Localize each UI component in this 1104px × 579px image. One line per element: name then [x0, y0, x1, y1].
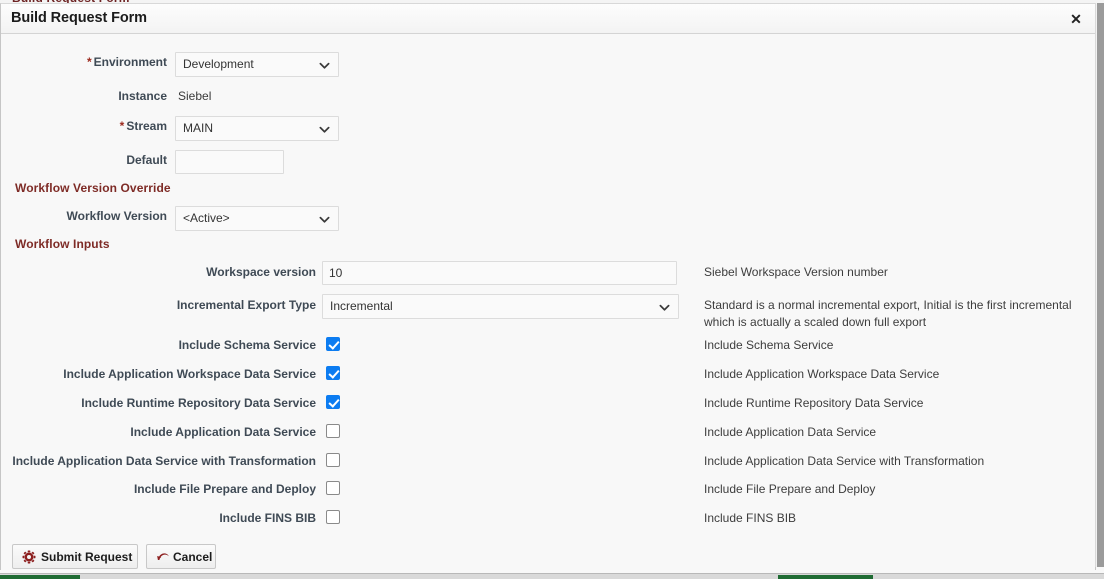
chevron-down-icon — [659, 302, 670, 313]
form-row-include-file-prepare-and-deploy: Include File Prepare and Deploy Include … — [1, 480, 1095, 509]
incremental-export-type-value: Incremental — [330, 299, 393, 313]
form-row-instance: Instance Siebel — [1, 83, 1095, 112]
incremental-export-type-select[interactable]: Incremental — [322, 294, 679, 319]
include-application-workspace-data-service-label: Include Application Workspace Data Servi… — [63, 367, 316, 381]
dialog-body: * Environment Development Instance Siebel… — [1, 34, 1095, 570]
form-row-include-fins-bib: Include FINS BIB Include FINS BIB — [1, 509, 1095, 538]
instance-value: Siebel — [178, 89, 212, 103]
workflow-version-select-value: <Active> — [183, 211, 230, 225]
form-row-include-runtime-repository-data-service: Include Runtime Repository Data Service … — [1, 394, 1095, 423]
cancel-button[interactable]: Cancel — [146, 544, 216, 569]
required-indicator: * — [119, 119, 125, 133]
taskbar-item[interactable] — [778, 575, 873, 579]
default-input[interactable] — [175, 150, 284, 174]
include-fins-bib-help: Include FINS BIB — [704, 511, 797, 525]
include-runtime-repository-data-service-label: Include Runtime Repository Data Service — [81, 396, 316, 410]
environment-select[interactable]: Development — [175, 52, 339, 77]
workspace-version-label: Workspace version — [206, 265, 316, 279]
section-heading-workflow-inputs: Workflow Inputs — [15, 237, 110, 251]
section-heading-workflow-version-override: Workflow Version Override — [15, 181, 171, 195]
stream-label: * Stream — [119, 119, 167, 133]
include-application-data-service-with-transformation-help: Include Application Data Service with Tr… — [704, 454, 985, 468]
chevron-down-icon — [319, 124, 330, 135]
stream-select-value: MAIN — [183, 121, 213, 135]
include-fins-bib-label: Include FINS BIB — [219, 511, 316, 525]
form-row-include-application-workspace-data-service: Include Application Workspace Data Servi… — [1, 365, 1095, 394]
include-schema-service-label: Include Schema Service — [178, 338, 316, 352]
workflow-version-select[interactable]: <Active> — [175, 206, 339, 231]
include-application-workspace-data-service-help: Include Application Workspace Data Servi… — [704, 367, 940, 381]
page-title: Build Request Form — [11, 10, 147, 26]
include-file-prepare-and-deploy-checkbox[interactable] — [326, 481, 340, 495]
stream-select[interactable]: MAIN — [175, 116, 339, 141]
workflow-version-label: Workflow Version — [66, 209, 167, 223]
environment-label: * Environment — [86, 55, 167, 69]
chevron-down-icon — [319, 214, 330, 225]
include-schema-service-help: Include Schema Service — [704, 338, 834, 352]
incremental-export-type-label: Incremental Export Type — [176, 298, 316, 312]
submit-request-button-label: Submit Request — [41, 550, 133, 564]
page-scrollbar-thumb[interactable] — [1097, 3, 1104, 567]
form-row-stream: * Stream MAIN — [1, 113, 1095, 142]
include-runtime-repository-data-service-checkbox[interactable] — [326, 395, 340, 409]
include-file-prepare-and-deploy-help: Include File Prepare and Deploy — [704, 482, 876, 496]
cancel-button-label: Cancel — [173, 550, 213, 564]
form-row-include-application-data-service: Include Application Data Service Include… — [1, 423, 1095, 452]
submit-request-button[interactable]: Submit Request — [12, 544, 138, 569]
form-row-workspace-version: Workspace version Siebel Workspace Versi… — [1, 259, 1095, 288]
build-request-form-screen: Build Request Form Build Request Form ✕ … — [0, 0, 1104, 579]
required-indicator: * — [86, 55, 92, 69]
form-row-include-application-data-service-with-transformation: Include Application Data Service with Tr… — [1, 452, 1095, 481]
include-application-workspace-data-service-checkbox[interactable] — [326, 366, 340, 380]
dialog-header: Build Request Form ✕ — [1, 4, 1095, 34]
taskbar-item[interactable] — [0, 575, 80, 579]
environment-select-value: Development — [183, 57, 254, 71]
page-scrollbar[interactable] — [1095, 3, 1104, 567]
include-runtime-repository-data-service-help: Include Runtime Repository Data Service — [704, 396, 924, 410]
default-label: Default — [126, 153, 167, 167]
incremental-export-type-help: Standard is a normal incremental export,… — [704, 298, 1072, 329]
close-icon[interactable]: ✕ — [1065, 8, 1087, 30]
chevron-down-icon — [319, 60, 330, 71]
undo-arrow-icon — [156, 550, 170, 564]
build-request-form-dialog: Build Request Form ✕ * Environment Develo… — [0, 3, 1096, 570]
workspace-version-input[interactable] — [322, 261, 677, 285]
include-application-data-service-label: Include Application Data Service — [130, 425, 316, 439]
form-row-default: Default — [1, 147, 1095, 176]
form-row-workflow-version: Workflow Version <Active> — [1, 203, 1095, 232]
workspace-version-help: Siebel Workspace Version number — [704, 265, 888, 279]
instance-label: Instance — [118, 89, 167, 103]
include-application-data-service-checkbox[interactable] — [326, 424, 340, 438]
include-application-data-service-with-transformation-label: Include Application Data Service with Tr… — [12, 454, 316, 468]
taskbar-sliver — [0, 573, 1104, 579]
include-fins-bib-checkbox[interactable] — [326, 510, 340, 524]
gear-icon — [22, 550, 36, 564]
include-schema-service-checkbox[interactable] — [326, 337, 340, 351]
form-row-incremental-export-type: Incremental Export Type Incremental Stan… — [1, 292, 1095, 329]
include-application-data-service-with-transformation-checkbox[interactable] — [326, 453, 340, 467]
form-row-include-schema-service: Include Schema Service Include Schema Se… — [1, 336, 1095, 365]
include-application-data-service-help: Include Application Data Service — [704, 425, 877, 439]
include-file-prepare-and-deploy-label: Include File Prepare and Deploy — [133, 482, 316, 496]
form-row-environment: * Environment Development — [1, 49, 1095, 78]
